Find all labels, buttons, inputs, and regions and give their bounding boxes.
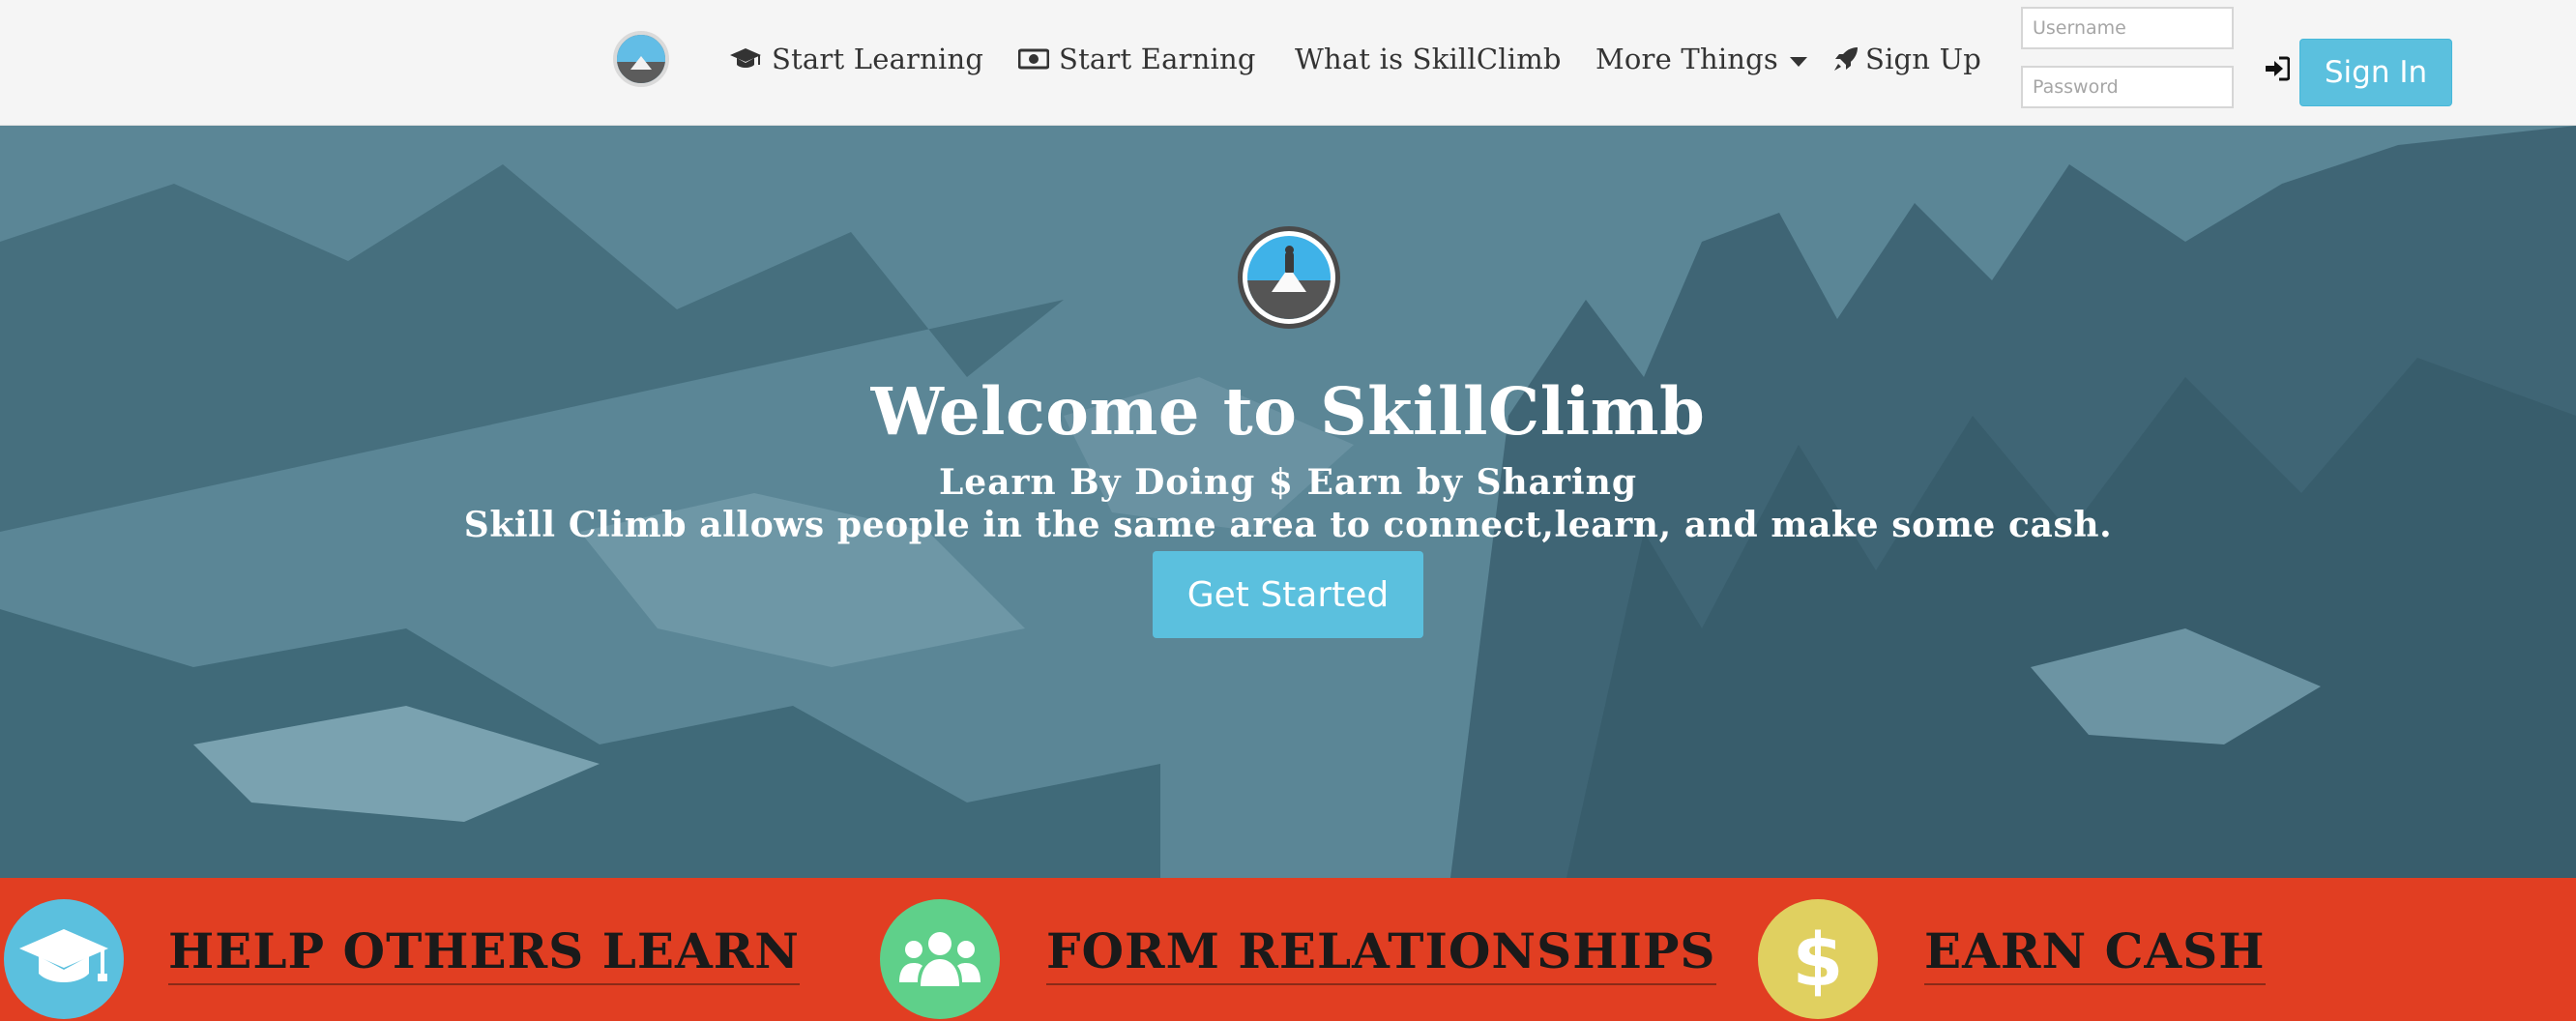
nav-start-earning[interactable]: Start Earning [1018, 37, 1256, 81]
brand-logo[interactable] [613, 31, 669, 87]
hero-logo [1238, 226, 1340, 329]
caret-down-icon [1790, 57, 1808, 67]
nav-more-things-label: More Things [1595, 43, 1779, 75]
username-input[interactable] [2021, 7, 2234, 49]
sign-in-button[interactable]: Sign In [2299, 39, 2452, 106]
hero-title: Welcome to SkillClimb [870, 373, 1706, 450]
nav-sign-up-label: Sign Up [1865, 43, 1982, 75]
users-icon [880, 899, 1000, 1019]
hero-logo-climber [1285, 251, 1294, 273]
get-started-button[interactable]: Get Started [1153, 551, 1423, 638]
feature-help-others-learn: HELP OTHERS LEARN [168, 922, 801, 985]
navbar: Start Learning Start Earning What is Ski… [0, 0, 2576, 126]
password-input[interactable] [2021, 66, 2234, 108]
feature-form-relationships: FORM RELATIONSHIPS [1046, 922, 1716, 985]
graduation-cap-icon [4, 899, 124, 1019]
hero-tagline: Learn By Doing $ Earn by Sharing [938, 462, 1637, 503]
graduation-cap-icon [729, 46, 762, 72]
features-band: HELP OTHERS LEARN FORM RELATIONSHIPS $ E… [0, 878, 2576, 1021]
nav-start-earning-label: Start Earning [1059, 43, 1256, 75]
nav-more-things-dropdown[interactable]: More Things [1595, 37, 1808, 81]
feature-earn-cash: EARN CASH [1924, 922, 2266, 985]
nav-start-learning[interactable]: Start Learning [729, 37, 983, 81]
sign-in-icon [2265, 56, 2291, 81]
nav-what-is-skillclimb[interactable]: What is SkillClimb [1295, 37, 1562, 81]
money-bill-icon [1018, 47, 1049, 71]
logo-peak [630, 56, 652, 70]
nav-what-is-label: What is SkillClimb [1295, 43, 1562, 75]
hero-description: Skill Climb allows people in the same ar… [463, 505, 2113, 545]
rocket-icon [1832, 45, 1859, 73]
nav-sign-up[interactable]: Sign Up [1832, 37, 1981, 81]
hero-logo-circle [1247, 236, 1331, 319]
nav-start-learning-label: Start Learning [772, 43, 984, 75]
dollar-icon: $ [1758, 899, 1878, 1019]
hero-section: Welcome to SkillClimb Learn By Doing $ E… [0, 126, 2576, 878]
